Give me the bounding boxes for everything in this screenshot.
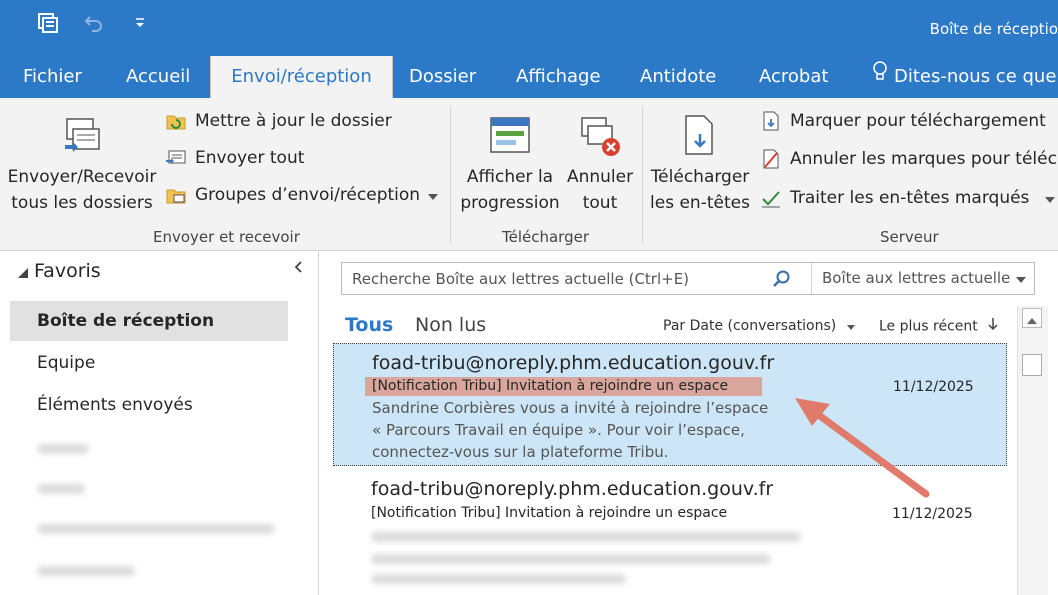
folder-groups-icon [165,184,187,206]
tab-dossier[interactable]: Dossier [409,56,476,98]
send-all-button[interactable]: Envoyer tout [165,147,304,169]
folder-inbox-label: Boîte de réception [37,311,215,331]
annotation-arrow-icon [795,398,930,498]
search-icon[interactable] [772,269,792,293]
filter-all[interactable]: Tous [345,314,393,336]
email-list-scrollbar[interactable] [1017,306,1048,595]
process-marked-headers-label: Traiter les en-têtes marqués [790,188,1030,208]
chevron-down-icon [1045,188,1056,208]
cancel-all-label: Annuler tout [566,167,634,213]
send-receive-all-button[interactable]: Envoyer/Recevoir tous les dossiers [6,108,158,216]
scroll-thumb[interactable] [1022,354,1042,376]
arrow-down-icon [988,318,998,335]
email-subject: [Notification Tribu] Invitation à rejoin… [372,378,729,394]
folder-sent-label: Éléments envoyés [37,395,193,415]
sort-order-toggle[interactable]: Le plus récent [879,318,998,335]
folder-sent[interactable]: Éléments envoyés [10,385,288,425]
tab-antidote[interactable]: Antidote [640,56,716,98]
process-marked-headers-button[interactable]: Traiter les en-têtes marqués [760,187,1056,209]
folder-pane: Favoris Boîte de réception Equipe Élémen… [0,251,319,595]
customize-quick-access-icon[interactable] [128,11,152,35]
sort-order-label: Le plus récent [879,318,978,335]
group-label-server: Serveur [880,228,939,246]
folder-refresh-icon [165,110,187,132]
folder-inbox[interactable]: Boîte de réception [10,301,288,341]
tab-acrobat[interactable]: Acrobat [759,56,828,98]
blurred-folder [37,566,135,576]
group-label-download: Télécharger [502,228,590,246]
download-headers-button[interactable]: Télécharger les en-têtes [647,108,753,216]
search-scope-label: Boîte aux lettres actuelle [822,269,1011,287]
tell-me-text: Dites-nous ce que v [894,66,1058,87]
download-headers-icon [647,108,753,164]
blurred-folder [37,444,89,454]
email-preview-line: Sandrine Corbières vous a invité à rejoi… [372,399,769,417]
collapse-pane-icon[interactable] [293,259,303,278]
ribbon: Envoyer/Recevoir tous les dossiers Mettr… [0,98,1058,251]
tell-me-box[interactable]: Dites-nous ce que v [872,56,1058,98]
blurred-preview [371,554,771,564]
search-input[interactable]: Recherche Boîte aux lettres actuelle (Ct… [352,270,689,288]
mark-to-download-label: Marquer pour téléchargement [790,111,1046,131]
email-subject: [Notification Tribu] Invitation à rejoin… [371,505,728,521]
send-receive-all-folders-icon[interactable] [36,11,60,35]
unmark-label: Annuler les marques pour téléch [790,149,1058,169]
favorites-header[interactable]: Favoris [18,260,101,283]
blurred-preview [371,574,626,584]
blurred-folder [37,524,275,534]
cancel-all-icon [565,108,635,164]
send-receive-groups-button[interactable]: Groupes d’envoi/réception [165,184,439,206]
checkmark-icon [760,187,782,209]
ribbon-tab-bar: Fichier Accueil Envoi/réception Dossier … [0,56,1058,98]
show-progress-button[interactable]: Afficher la progression [455,108,565,216]
email-preview-line: « Parcours Travail en équipe ». Pour voi… [372,421,745,439]
blurred-folder [37,484,85,494]
email-sender: foad-tribu@noreply.phm.education.gouv.fr [372,352,775,374]
unmark-icon [760,148,782,170]
tab-affichage[interactable]: Affichage [516,56,601,98]
send-receive-groups-label: Groupes d’envoi/réception [195,185,421,205]
mark-to-download-button[interactable]: Marquer pour téléchargement [760,110,1046,132]
favorites-label: Favoris [34,260,101,282]
sort-by-label: Par Date (conversations) [663,318,837,334]
mark-download-icon [760,110,782,132]
chevron-down-icon [428,185,439,205]
lightbulb-icon [872,56,888,98]
send-all-label: Envoyer tout [195,148,305,168]
download-headers-label: Télécharger les en-têtes [650,167,750,213]
scroll-up-arrow-icon [1027,309,1037,328]
folder-equipe[interactable]: Equipe [10,343,288,383]
blurred-preview [371,532,801,542]
progress-icon [455,108,565,164]
update-folder-button[interactable]: Mettre à jour le dossier [165,110,392,132]
filter-unread[interactable]: Non lus [415,314,486,336]
search-scope-dropdown[interactable]: Boîte aux lettres actuelle [811,263,1034,294]
undo-icon[interactable] [82,11,106,35]
ribbon-separator [642,106,643,244]
tab-envoi-reception[interactable]: Envoi/réception [210,56,393,98]
tab-fichier[interactable]: Fichier [23,56,82,98]
email-sender: foad-tribu@noreply.phm.education.gouv.fr [371,478,774,500]
send-receive-all-label: Envoyer/Recevoir tous les dossiers [7,167,157,213]
search-box[interactable]: Recherche Boîte aux lettres actuelle (Ct… [341,262,1035,295]
window-title: Boîte de réceptio [929,20,1058,38]
group-label-send-receive: Envoyer et recevoir [153,228,300,246]
chevron-down-icon [846,318,855,334]
folder-equipe-label: Equipe [37,353,96,373]
scroll-up-button[interactable] [1022,308,1042,328]
cancel-all-button[interactable]: Annuler tout [565,108,635,216]
email-preview-line: connectez-vous sur la plateforme Tribu. [372,443,669,461]
ribbon-separator [450,106,451,244]
sort-by-dropdown[interactable]: Par Date (conversations) [663,318,855,334]
collapse-triangle-icon [18,261,28,283]
send-receive-icon [6,108,158,164]
chevron-down-icon [1016,263,1026,294]
update-folder-label: Mettre à jour le dossier [195,111,392,131]
tab-accueil[interactable]: Accueil [126,56,190,98]
send-all-icon [165,147,187,169]
show-progress-label: Afficher la progression [460,167,560,213]
unmark-button[interactable]: Annuler les marques pour téléch [760,148,1058,170]
title-bar: Boîte de réceptio [0,0,1058,56]
